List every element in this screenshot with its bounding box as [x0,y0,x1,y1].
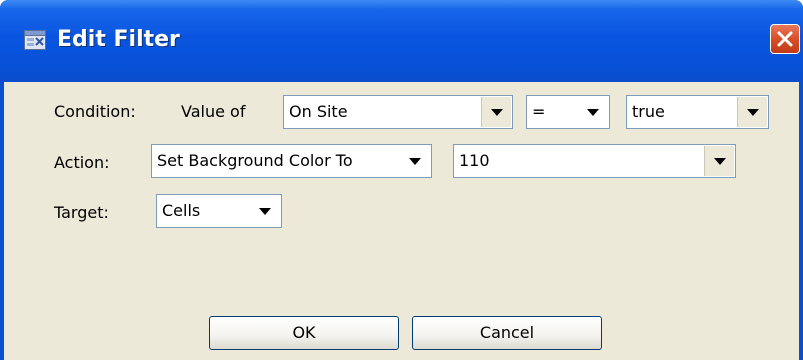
chevron-down-icon [747,109,759,116]
chevron-down-icon [259,208,271,215]
title-bar[interactable]: Edit Filter [0,0,803,82]
condition-field-select[interactable]: On Site [283,95,513,129]
edit-filter-dialog: Edit Filter Condition: Value of On Site … [0,0,803,360]
condition-value-dropdown-button[interactable] [737,97,767,127]
target-value: Cells [162,201,201,220]
condition-value-select[interactable]: true [626,95,769,129]
action-color-value: 110 [459,151,490,170]
target-select[interactable]: Cells [156,194,282,228]
value-of-label: Value of [181,102,246,121]
target-label: Target: [54,203,109,222]
dialog-title: Edit Filter [57,27,180,52]
action-type-dropdown-button[interactable] [400,146,430,176]
filter-app-icon [24,30,46,50]
chevron-down-icon [409,158,421,165]
action-label: Action: [54,153,110,172]
condition-field-dropdown-button[interactable] [481,97,511,127]
close-button[interactable] [770,24,800,54]
condition-field-value: On Site [289,102,348,121]
action-type-select[interactable]: Set Background Color To [151,144,432,178]
condition-value: true [632,102,665,121]
operator-dropdown-button[interactable] [578,97,608,127]
cancel-button[interactable]: Cancel [412,316,602,350]
ok-button[interactable]: OK [209,316,399,350]
condition-label: Condition: [54,102,136,121]
action-color-input[interactable]: 110 [453,144,736,178]
chevron-down-icon [491,109,503,116]
color-dropdown-button[interactable] [704,146,734,176]
target-dropdown-button[interactable] [250,196,280,226]
chevron-down-icon [587,109,599,116]
operator-select[interactable]: = [526,95,610,129]
chevron-down-icon [714,158,726,165]
close-icon [777,31,793,47]
operator-value: = [532,102,546,121]
action-type-value: Set Background Color To [157,151,353,170]
dialog-body: Condition: Value of On Site = true Actio… [4,82,799,360]
